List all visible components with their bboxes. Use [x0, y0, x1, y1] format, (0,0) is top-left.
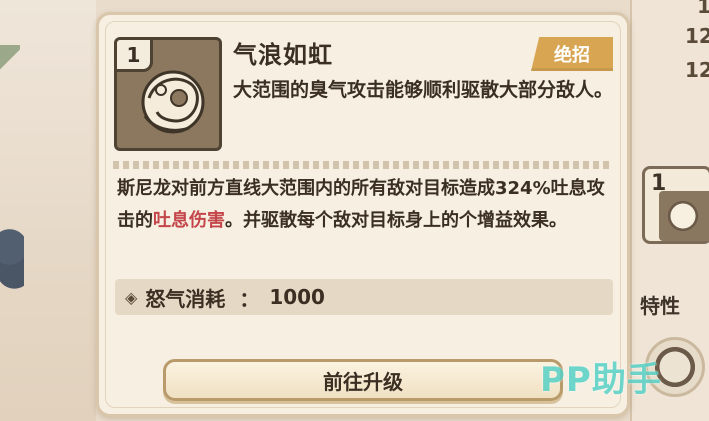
trait-label: 特性 [640, 294, 680, 318]
cost-label: 怒气消耗 [145, 286, 226, 311]
background-creature [0, 215, 24, 295]
skill-icon: 1 [114, 37, 222, 151]
skill-name: 气浪如虹 [233, 41, 333, 69]
desc-text: 。并驱散每个敌对目标身上的个增益效果。 [225, 210, 567, 231]
ultimate-badge: 绝招 [531, 37, 613, 71]
watermark: PP助手 [540, 360, 662, 400]
side-number: 12 [685, 24, 709, 48]
skill-short-description: 大范围的臭气攻击能够顺利驱散大部分敌人。 [233, 79, 614, 101]
skill-description: 斯尼龙对前方直线大范围内的所有敌对目标造成324%吐息攻击的吐息伤害。并驱散每个… [117, 173, 611, 237]
diamond-icon: ◈ [125, 287, 138, 307]
side-number: 12 [685, 58, 709, 82]
dragon-art-icon [659, 191, 709, 241]
divider [113, 161, 613, 169]
cost-separator: ： [239, 286, 260, 311]
side-number: 1 [697, 0, 709, 18]
rage-cost-bar: ◈ 怒气消耗 ： 1000 [115, 279, 613, 315]
background-grass [0, 45, 20, 105]
desc-highlight: 吐息伤害 [153, 210, 225, 231]
cost-value: 1000 [269, 285, 325, 309]
go-upgrade-button[interactable]: 前往升级 [163, 359, 563, 401]
skill-level: 1 [117, 40, 153, 72]
side-skill-level: 1 [651, 171, 667, 196]
side-skill-thumbnail[interactable]: 1 [642, 166, 709, 244]
